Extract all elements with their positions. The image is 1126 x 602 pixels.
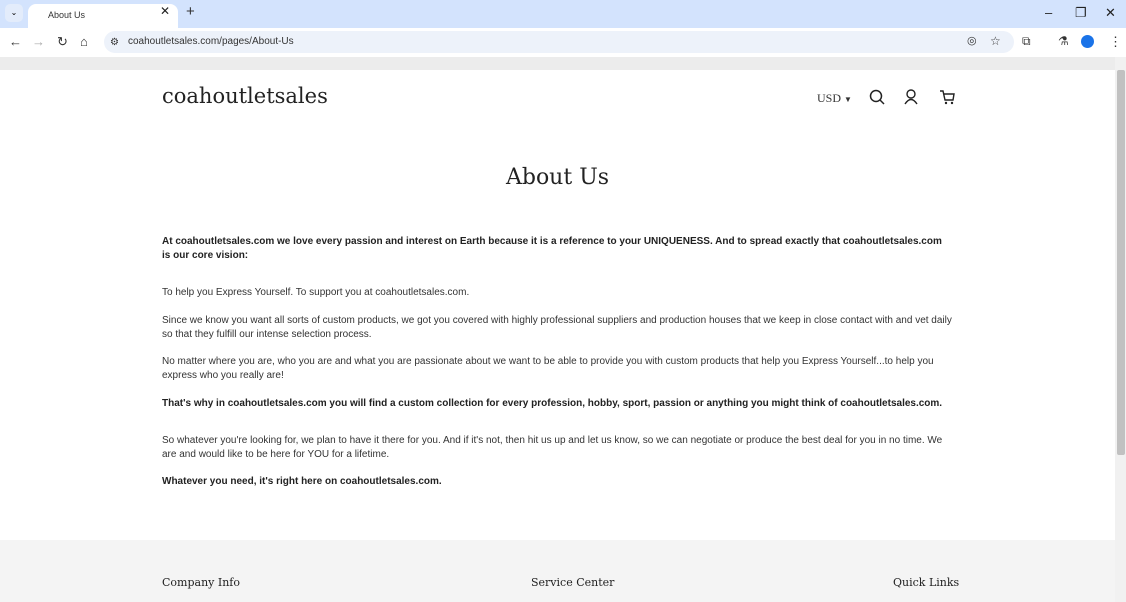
menu-kebab-icon[interactable]: ⋮ (1109, 34, 1122, 50)
footer (0, 540, 1115, 602)
search-icon[interactable] (869, 89, 885, 105)
new-tab-icon[interactable]: + (186, 3, 195, 20)
minimize-icon[interactable]: – (1045, 5, 1052, 20)
currency-label: USD (817, 91, 842, 105)
footer-heading-quick-links: Quick Links (893, 576, 960, 589)
cart-icon[interactable] (939, 89, 956, 105)
reload-icon[interactable]: ↻ (57, 34, 68, 50)
caret-down-icon: ▼ (844, 95, 852, 104)
profile-avatar-icon[interactable] (1081, 35, 1094, 48)
footer-heading-company-info: Company Info (162, 576, 240, 589)
scrollbar-thumb[interactable] (1117, 70, 1125, 455)
restore-icon[interactable]: ❐ (1075, 5, 1087, 21)
tab-search-chevron-icon[interactable]: ⌄ (5, 4, 23, 22)
labs-icon[interactable]: ⚗ (1058, 34, 1069, 48)
page-top-strip (0, 57, 1115, 70)
paragraph: To help you Express Yourself. To support… (162, 287, 470, 298)
close-window-icon[interactable]: ✕ (1105, 5, 1116, 21)
close-tab-icon[interactable]: ✕ (160, 4, 170, 18)
eye-off-icon[interactable]: ◎ (967, 34, 977, 47)
intro-paragraph: At coahoutletsales.com we love every pas… (162, 236, 942, 261)
tab-about-us[interactable]: About Us (28, 4, 178, 28)
paragraph-bold: That's why in coahoutletsales.com you wi… (162, 398, 943, 409)
paragraph: Since we know you want all sorts of cust… (162, 315, 952, 340)
currency-selector[interactable]: USD ▼ (817, 91, 852, 106)
forward-icon[interactable]: → (32, 34, 45, 49)
site-info-icon[interactable]: ⚙ (110, 37, 119, 48)
tab-title: About Us (48, 10, 86, 20)
paragraph-bold: Whatever you need, it's right here on co… (162, 476, 442, 487)
home-icon[interactable]: ⌂ (80, 34, 88, 49)
url-text[interactable]: coahoutletsales.com/pages/About-Us (128, 36, 294, 47)
page-title: About Us (505, 165, 610, 190)
back-icon[interactable]: ← (9, 34, 22, 49)
account-icon[interactable] (903, 89, 919, 105)
paragraph: So whatever you're looking for, we plan … (162, 435, 943, 460)
paragraph: No matter where you are, who you are and… (162, 356, 934, 381)
extensions-icon[interactable]: ⧉ (1022, 34, 1031, 49)
bookmark-star-icon[interactable]: ☆ (990, 34, 1001, 48)
site-logo[interactable]: coahoutletsales (162, 84, 328, 108)
footer-heading-service-center: Service Center (531, 576, 615, 589)
